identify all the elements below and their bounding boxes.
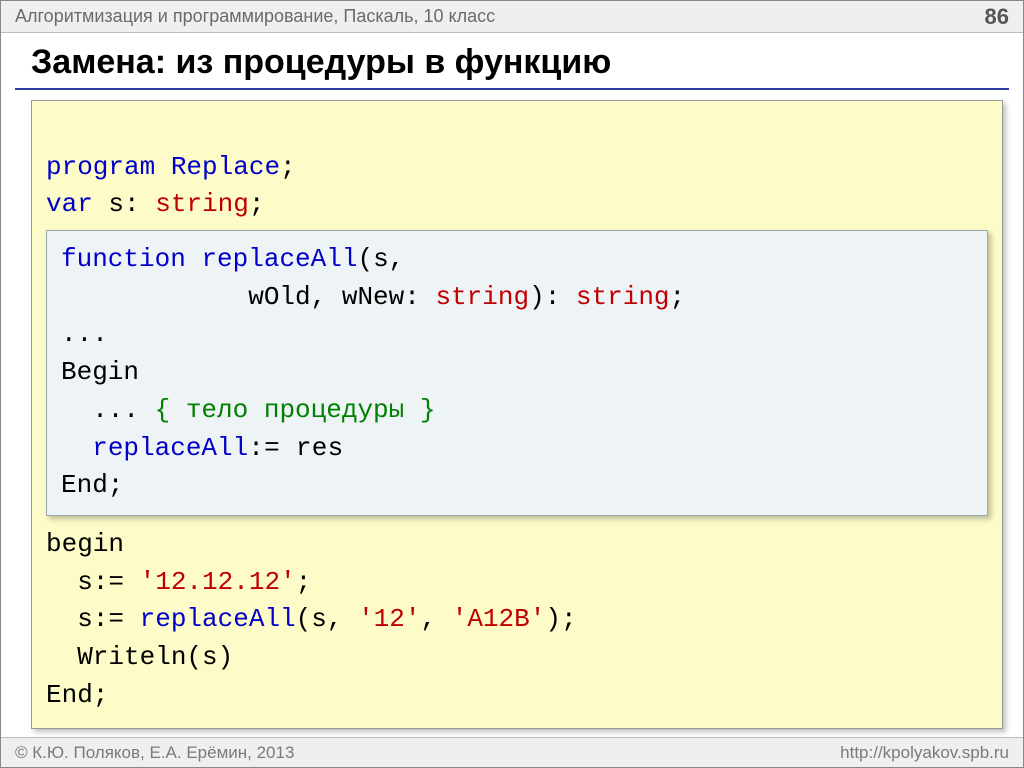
- code-block-outer: program Replace; var s: string; function…: [31, 100, 1003, 729]
- type-string: string: [576, 282, 670, 312]
- ellipsis: ...: [61, 319, 108, 349]
- str-lit: 'A12B': [452, 604, 546, 634]
- id-replace: Replace: [171, 152, 280, 182]
- id-replaceall: replaceAll: [92, 433, 248, 463]
- title-underline: [15, 88, 1009, 90]
- type-string: string: [435, 282, 529, 312]
- slide-header: Алгоритмизация и программирование, Паска…: [1, 1, 1023, 33]
- param-open: (s,: [357, 244, 404, 274]
- kw-end: End;: [46, 680, 108, 710]
- call-close: );: [545, 604, 576, 634]
- assign-s1-pad: s:=: [46, 567, 140, 597]
- id-replaceall: replaceAll: [140, 604, 296, 634]
- breadcrumb: Алгоритмизация и программирование, Паска…: [15, 6, 495, 27]
- str-lit: '12.12.12': [140, 567, 296, 597]
- slide: Алгоритмизация и программирование, Паска…: [0, 0, 1024, 768]
- page-number: 86: [985, 4, 1009, 30]
- slide-title: Замена: из процедуры в функцию: [1, 33, 1023, 88]
- sym-semicolon: ;: [280, 152, 296, 182]
- assign-pad: [61, 433, 92, 463]
- kw-function: function: [61, 244, 186, 274]
- call-open: (s,: [296, 604, 358, 634]
- copyright: © К.Ю. Поляков, Е.А. Ерёмин, 2013: [15, 743, 294, 763]
- id-replaceall: replaceAll: [201, 244, 357, 274]
- kw-begin: Begin: [61, 357, 139, 387]
- code-block-inner: function replaceAll(s, wOld, wNew: strin…: [46, 230, 988, 516]
- writeln: Writeln(s): [46, 642, 233, 672]
- sym-semicolon: ;: [296, 567, 312, 597]
- kw-program: program: [46, 152, 155, 182]
- assign-s2-pad: s:=: [46, 604, 140, 634]
- body-pad: ...: [61, 395, 155, 425]
- footer-url: http://kpolyakov.spb.ru: [840, 743, 1009, 763]
- kw-begin: begin: [46, 529, 124, 559]
- param-close: ):: [529, 282, 576, 312]
- var-decl: s:: [93, 189, 155, 219]
- comment: { тело процедуры }: [155, 395, 436, 425]
- call-sep: ,: [421, 604, 452, 634]
- type-string: string: [155, 189, 249, 219]
- assign-res: := res: [248, 433, 343, 463]
- sym-semicolon: ;: [249, 189, 265, 219]
- param-line: wOld, wNew:: [61, 282, 435, 312]
- kw-end: End;: [61, 470, 123, 500]
- slide-footer: © К.Ю. Поляков, Е.А. Ерёмин, 2013 http:/…: [1, 737, 1023, 767]
- kw-var: var: [46, 189, 93, 219]
- sym-semicolon: ;: [670, 282, 686, 312]
- str-lit: '12': [358, 604, 420, 634]
